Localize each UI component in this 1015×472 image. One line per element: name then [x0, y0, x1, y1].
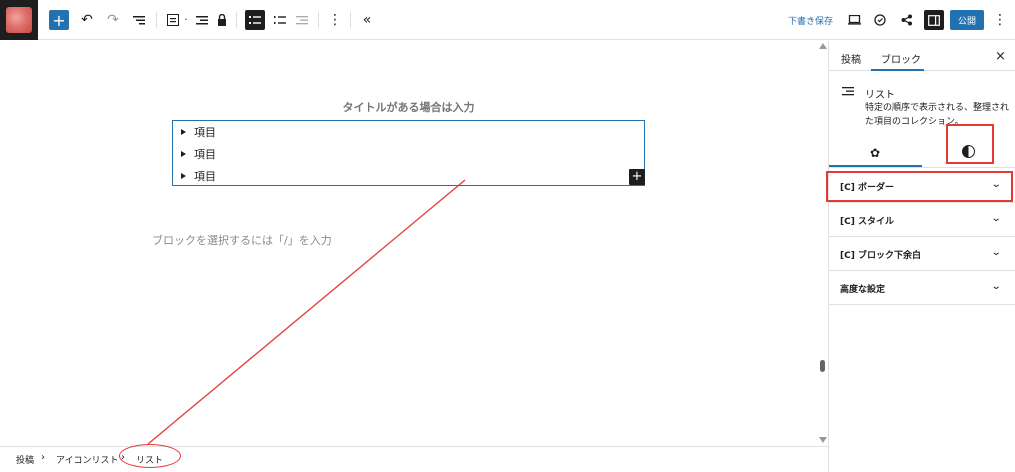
drag-handle-icon[interactable]: · [182, 10, 190, 30]
annotation-ellipse [119, 444, 181, 468]
settings-gear-icon[interactable]: ✿ [870, 146, 880, 160]
ordered-list-icon[interactable] [271, 10, 289, 30]
bullet-icon [181, 173, 186, 179]
redo-icon[interactable]: ↷ [104, 10, 122, 30]
list-item-text[interactable]: 項目 [194, 168, 216, 184]
scroll-down-arrow-icon[interactable] [819, 437, 827, 443]
list-item[interactable]: 項目 [181, 146, 216, 162]
save-draft-button[interactable]: 下書き保存 [788, 14, 833, 27]
block-title: リスト [865, 90, 895, 101]
settings-sidebar: 投稿 ブロック × リスト 特定の順序で表示される、整理された項目のコレクション… [828, 41, 1015, 472]
breadcrumb-separator-icon: › [41, 452, 45, 463]
list-item[interactable]: 項目 [181, 124, 216, 140]
canvas-scrollbar[interactable] [818, 41, 828, 446]
list-item-text[interactable]: 項目 [194, 146, 216, 162]
unordered-list-icon[interactable] [245, 10, 265, 30]
add-block-button[interactable]: + [49, 10, 69, 30]
panel-advanced[interactable]: 高度な設定 ⌄ [829, 271, 1015, 305]
bullet-icon [181, 129, 186, 135]
more-options-icon[interactable]: ⋮ [328, 10, 342, 30]
site-logo[interactable] [0, 0, 38, 40]
breadcrumb-icon-list[interactable]: アイコンリスト [56, 453, 119, 466]
panel-label: [C] スタイル [840, 217, 894, 227]
collapse-toolbar-icon[interactable]: « [358, 10, 376, 30]
options-menu-icon[interactable]: ⋮ [993, 10, 1007, 30]
outdent-icon[interactable] [293, 10, 311, 30]
annotation-highlight-box [826, 171, 1013, 202]
scroll-up-arrow-icon[interactable] [819, 43, 827, 49]
annotation-highlight-box [946, 124, 994, 164]
editor-canvas[interactable]: タイトルがある場合は入力 項目 項目 項目 + ブロックを選択するには「/」を入… [0, 41, 818, 446]
lock-icon[interactable] [214, 10, 230, 30]
chevron-down-icon[interactable]: ⌄ [991, 247, 1002, 258]
panel-style[interactable]: [C] スタイル ⌄ [829, 203, 1015, 237]
scroll-thumb[interactable] [820, 360, 825, 372]
active-panel-indicator [829, 165, 922, 167]
list-style-icon[interactable] [193, 10, 211, 30]
jetpack-icon[interactable] [871, 10, 889, 30]
block-placeholder[interactable]: ブロックを選択するには「/」を入力 [152, 232, 332, 248]
list-item[interactable]: 項目 [181, 168, 216, 184]
site-icon [6, 7, 32, 33]
sidebar-tabs: 投稿 ブロック × [829, 41, 1015, 71]
breadcrumb-post[interactable]: 投稿 [16, 453, 34, 466]
panel-label: [C] ブロック下余白 [840, 251, 921, 261]
share-icon[interactable] [898, 10, 916, 30]
document-overview-icon[interactable] [130, 10, 148, 30]
tab-block[interactable]: ブロック [881, 51, 921, 66]
undo-icon[interactable]: ↶ [78, 10, 96, 30]
tab-post[interactable]: 投稿 [841, 51, 861, 66]
list-block-icon [842, 85, 854, 99]
post-title[interactable]: タイトルがある場合は入力 [172, 99, 645, 115]
close-icon[interactable]: × [995, 49, 1006, 64]
toolbar-divider [156, 12, 157, 28]
panel-bottom-margin[interactable]: [C] ブロック下余白 ⌄ [829, 237, 1015, 271]
active-tab-indicator [871, 69, 924, 71]
settings-sidebar-icon[interactable] [924, 10, 944, 30]
toolbar-divider [318, 12, 319, 28]
block-type-icon[interactable] [164, 10, 182, 30]
chevron-down-icon[interactable]: ⌄ [991, 281, 1002, 292]
toolbar-divider [350, 12, 351, 28]
list-item-text[interactable]: 項目 [194, 124, 216, 140]
chevron-down-icon[interactable]: ⌄ [991, 213, 1002, 224]
editor-toolbar: + ↶ ↷ · ⋮ « 下書き保存 公開 ⋮ [0, 0, 1015, 40]
preview-icon[interactable] [845, 10, 863, 30]
list-block[interactable]: 項目 項目 項目 [172, 120, 645, 186]
publish-button[interactable]: 公開 [950, 10, 984, 30]
inserter-plus-button[interactable]: + [629, 169, 645, 185]
toolbar-divider [236, 12, 237, 28]
bullet-icon [181, 151, 186, 157]
panel-label: 高度な設定 [840, 285, 886, 295]
